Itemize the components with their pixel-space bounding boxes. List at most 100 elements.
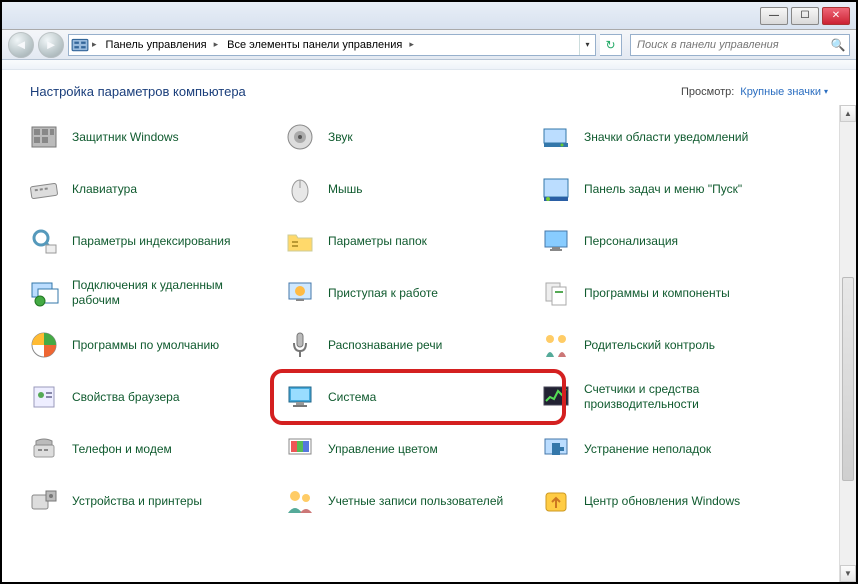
sound-icon bbox=[282, 119, 318, 155]
cp-item-label: Мышь bbox=[328, 182, 363, 197]
cp-item-label: Свойства браузера bbox=[72, 390, 180, 405]
search-icon[interactable]: 🔍 bbox=[827, 38, 849, 52]
chevron-right-icon: ▸ bbox=[211, 39, 222, 50]
parental-icon bbox=[538, 327, 574, 363]
cp-item-label: Учетные записи пользователей bbox=[328, 494, 503, 509]
cp-item-label: Родительский контроль bbox=[584, 338, 715, 353]
cp-item-troubleshoot[interactable]: Устранение неполадок bbox=[532, 425, 782, 473]
cp-item-label: Распознавание речи bbox=[328, 338, 442, 353]
programs-icon bbox=[538, 275, 574, 311]
remote-icon bbox=[26, 275, 62, 311]
cp-item-programs[interactable]: Программы и компоненты bbox=[532, 269, 782, 317]
internet-options-icon bbox=[26, 379, 62, 415]
scroll-thumb[interactable] bbox=[842, 277, 854, 481]
phone-icon bbox=[26, 431, 62, 467]
cp-item-label: Система bbox=[328, 390, 376, 405]
color-icon bbox=[282, 431, 318, 467]
search-box: 🔍 bbox=[630, 34, 850, 56]
items-grid: Защитник Windows Звук Значки области уведо… bbox=[20, 113, 856, 525]
cp-item-label: Значки области уведомлений bbox=[584, 130, 748, 145]
cp-item-defender[interactable]: Защитник Windows bbox=[20, 113, 270, 161]
cp-item-default-programs[interactable]: Программы по умолчанию bbox=[20, 321, 270, 369]
cp-item-devices[interactable]: Устройства и принтеры bbox=[20, 477, 270, 525]
content-area: Защитник Windows Звук Значки области уведо… bbox=[2, 105, 856, 582]
cp-item-label: Защитник Windows bbox=[72, 130, 179, 145]
chevron-right-icon: ▸ bbox=[89, 39, 100, 50]
content-header: Настройка параметров компьютера Просмотр… bbox=[2, 70, 856, 105]
cp-item-notification-icons[interactable]: Значки области уведомлений bbox=[532, 113, 782, 161]
default-programs-icon bbox=[26, 327, 62, 363]
control-panel-icon bbox=[71, 36, 89, 54]
titlebar: — ☐ ✕ bbox=[2, 2, 856, 30]
mouse-icon bbox=[282, 171, 318, 207]
cp-item-label: Звук bbox=[328, 130, 353, 145]
scroll-up-button[interactable]: ▲ bbox=[840, 105, 856, 122]
minimize-button[interactable]: — bbox=[760, 7, 788, 25]
cp-item-remote[interactable]: Подключения к удаленным рабочим bbox=[20, 269, 270, 317]
nav-forward-button[interactable]: ► bbox=[38, 32, 64, 58]
cp-item-sound[interactable]: Звук bbox=[276, 113, 526, 161]
address-dropdown-button[interactable]: ▾ bbox=[579, 35, 595, 55]
cp-item-taskbar[interactable]: Панель задач и меню "Пуск" bbox=[532, 165, 782, 213]
close-button[interactable]: ✕ bbox=[822, 7, 850, 25]
update-icon bbox=[538, 483, 574, 519]
address-bar[interactable]: ▸ Панель управления ▸ Все элементы панел… bbox=[68, 34, 596, 56]
keyboard-icon bbox=[26, 171, 62, 207]
devices-icon bbox=[26, 483, 62, 519]
cp-item-label: Параметры индексирования bbox=[72, 234, 230, 249]
cp-item-performance[interactable]: Счетчики и средства производительности bbox=[532, 373, 782, 421]
view-by-dropdown[interactable]: Крупные значки ▾ bbox=[740, 86, 828, 98]
cp-item-label: Подключения к удаленным рабочим bbox=[72, 278, 264, 308]
maximize-button[interactable]: ☐ bbox=[791, 7, 819, 25]
refresh-button[interactable]: ↻ bbox=[600, 34, 622, 56]
cp-item-label: Параметры папок bbox=[328, 234, 427, 249]
cp-item-internet-options[interactable]: Свойства браузера bbox=[20, 373, 270, 421]
cp-item-color[interactable]: Управление цветом bbox=[276, 425, 526, 473]
cp-item-label: Центр обновления Windows bbox=[584, 494, 740, 509]
cp-item-keyboard[interactable]: Клавиатура bbox=[20, 165, 270, 213]
cp-item-mouse[interactable]: Мышь bbox=[276, 165, 526, 213]
breadcrumb-seg-1[interactable]: Панель управления bbox=[100, 35, 211, 55]
vertical-scrollbar: ▲ ▼ bbox=[839, 105, 856, 582]
taskbar-icon bbox=[538, 171, 574, 207]
scroll-down-button[interactable]: ▼ bbox=[840, 565, 856, 582]
performance-icon bbox=[538, 379, 574, 415]
getting-started-icon bbox=[282, 275, 318, 311]
cp-item-label: Клавиатура bbox=[72, 182, 137, 197]
cp-item-personalization[interactable]: Персонализация bbox=[532, 217, 782, 265]
cp-item-phone[interactable]: Телефон и модем bbox=[20, 425, 270, 473]
cp-item-label: Устранение неполадок bbox=[584, 442, 711, 457]
cp-item-label: Управление цветом bbox=[328, 442, 438, 457]
troubleshoot-icon bbox=[538, 431, 574, 467]
chevron-right-icon: ▸ bbox=[406, 39, 417, 50]
cp-item-label: Телефон и модем bbox=[72, 442, 172, 457]
cp-item-parental[interactable]: Родительский контроль bbox=[532, 321, 782, 369]
defender-icon bbox=[26, 119, 62, 155]
scroll-track[interactable] bbox=[840, 122, 856, 565]
cp-item-users[interactable]: Учетные записи пользователей bbox=[276, 477, 526, 525]
users-icon bbox=[282, 483, 318, 519]
system-icon bbox=[282, 379, 318, 415]
cp-item-label: Устройства и принтеры bbox=[72, 494, 202, 509]
speech-icon bbox=[282, 327, 318, 363]
navbar: ◄ ► ▸ Панель управления ▸ Все элементы п… bbox=[2, 30, 856, 60]
cp-item-label: Персонализация bbox=[584, 234, 678, 249]
cp-item-speech[interactable]: Распознавание речи bbox=[276, 321, 526, 369]
page-title: Настройка параметров компьютера bbox=[30, 84, 246, 99]
cp-item-indexing[interactable]: Параметры индексирования bbox=[20, 217, 270, 265]
cp-item-label: Панель задач и меню "Пуск" bbox=[584, 182, 742, 197]
cp-item-getting-started[interactable]: Приступая к работе bbox=[276, 269, 526, 317]
breadcrumb-seg-2[interactable]: Все элементы панели управления bbox=[221, 35, 406, 55]
search-input[interactable] bbox=[631, 39, 827, 51]
cp-item-system[interactable]: Система bbox=[276, 373, 526, 421]
nav-back-button[interactable]: ◄ bbox=[8, 32, 34, 58]
control-panel-window: — ☐ ✕ ◄ ► ▸ Панель управления ▸ Все элем… bbox=[2, 2, 856, 582]
cp-item-update[interactable]: Центр обновления Windows bbox=[532, 477, 782, 525]
indexing-icon bbox=[26, 223, 62, 259]
personalization-icon bbox=[538, 223, 574, 259]
toolbar-spacer bbox=[2, 60, 856, 70]
cp-item-label: Программы и компоненты bbox=[584, 286, 730, 301]
view-by: Просмотр: Крупные значки ▾ bbox=[681, 86, 828, 98]
view-by-label: Просмотр: bbox=[681, 86, 734, 98]
cp-item-folder-options[interactable]: Параметры папок bbox=[276, 217, 526, 265]
